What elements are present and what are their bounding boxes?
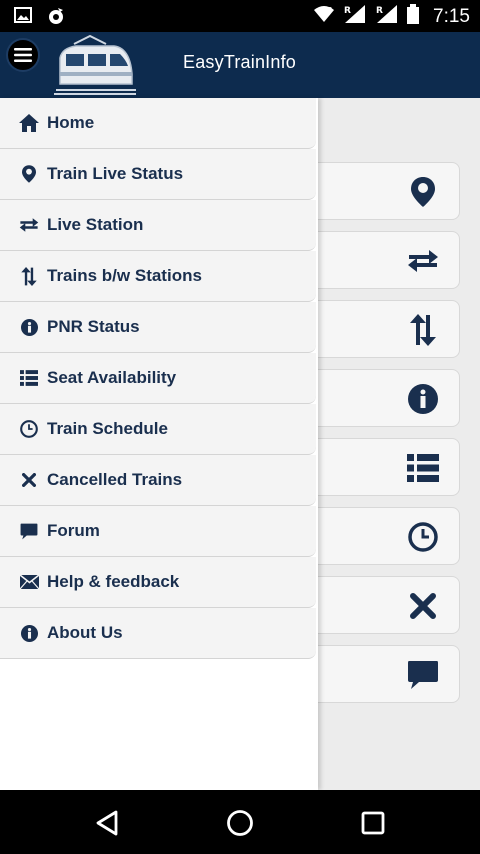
recents-button[interactable]: [356, 806, 390, 840]
drawer-item-label: Help & feedback: [47, 572, 180, 591]
signal-r-icon: R: [343, 4, 367, 29]
back-button[interactable]: [90, 806, 124, 840]
clock-icon: [18, 418, 40, 440]
train-logo: [52, 34, 136, 96]
drawer-item-pnr-status[interactable]: PNR Status: [0, 302, 316, 353]
drawer-item-train-live-status[interactable]: Train Live Status: [0, 149, 316, 200]
battery-icon: [407, 4, 420, 29]
drawer-item-label: Seat Availability: [47, 368, 177, 387]
menu-button[interactable]: [6, 38, 40, 72]
drawer-item-live-station[interactable]: Live Station: [0, 200, 316, 251]
tile-train-live-status[interactable]: [300, 162, 460, 220]
chat-icon: [18, 520, 40, 542]
drawer-item-label: Trains b/w Stations: [47, 266, 202, 285]
tile-trains-between-stations[interactable]: [300, 300, 460, 358]
clock-icon: [407, 521, 439, 553]
drawer-item-label: Home: [47, 113, 95, 132]
drawer-item-trains-between-stations[interactable]: Trains b/w Stations: [0, 251, 316, 302]
info-icon: [18, 622, 40, 644]
drawer-item-forum[interactable]: Forum: [0, 506, 316, 557]
back-icon: [96, 810, 118, 836]
image-icon: [14, 6, 32, 31]
tile-forum[interactable]: [300, 645, 460, 703]
svg-text:R: R: [376, 6, 383, 16]
drawer-item-label: Cancelled Trains: [47, 470, 183, 489]
app-title: EasyTrainInfo: [183, 52, 296, 72]
mail-icon: [18, 571, 40, 593]
drawer-item-about-us[interactable]: About Us: [0, 608, 316, 659]
drawer-item-label: About Us: [47, 623, 123, 642]
drawer-item-cancelled-trains[interactable]: Cancelled Trains: [0, 455, 316, 506]
status-time: 7:15: [433, 5, 470, 27]
tile-pnr-status[interactable]: [300, 369, 460, 427]
home-icon: [18, 112, 40, 134]
chat-icon: [407, 659, 439, 691]
drawer-item-label: PNR Status: [47, 317, 140, 336]
list-icon: [407, 452, 439, 484]
swap-vertical-icon: [407, 314, 439, 346]
swap-vertical-icon: [18, 265, 40, 287]
drawer-item-label: Live Station: [47, 215, 144, 234]
drawer-item-home[interactable]: Home: [0, 98, 316, 149]
close-icon: [407, 590, 439, 622]
swap-horizontal-icon: [18, 214, 40, 236]
tile-train-schedule[interactable]: [300, 507, 460, 565]
tile-seat-availability[interactable]: [300, 438, 460, 496]
list-icon: [18, 367, 40, 389]
recents-icon: [361, 811, 385, 835]
info-icon: [407, 383, 439, 415]
system-nav-bar: [0, 790, 480, 854]
hamburger-icon: [14, 48, 32, 62]
navigation-drawer: Home Train Live Status Live Station Trai…: [0, 98, 318, 790]
close-icon: [18, 469, 40, 491]
drawer-item-label: Train Schedule: [47, 419, 168, 438]
location-pin-icon: [18, 163, 40, 185]
drawer-item-label: Forum: [47, 521, 100, 540]
svg-text:R: R: [344, 6, 351, 16]
signal-r-icon: R: [375, 4, 399, 29]
home-circle-icon: [227, 810, 253, 836]
tile-live-station[interactable]: [300, 231, 460, 289]
swap-horizontal-icon: [407, 245, 439, 277]
svg-text:?: ?: [328, 6, 332, 15]
drawer-item-help-feedback[interactable]: Help & feedback: [0, 557, 316, 608]
info-icon: [18, 316, 40, 338]
app-notification-icon: [46, 6, 66, 31]
drawer-item-label: Train Live Status: [47, 164, 184, 183]
status-bar: ? R R 7:15: [0, 0, 480, 32]
drawer-item-seat-availability[interactable]: Seat Availability: [0, 353, 316, 404]
app-bar: EasyTrainInfo: [0, 32, 480, 98]
location-pin-icon: [407, 176, 439, 208]
wifi-icon: ?: [313, 5, 335, 28]
drawer-item-train-schedule[interactable]: Train Schedule: [0, 404, 316, 455]
tile-cancelled-trains[interactable]: [300, 576, 460, 634]
home-button[interactable]: [223, 806, 257, 840]
